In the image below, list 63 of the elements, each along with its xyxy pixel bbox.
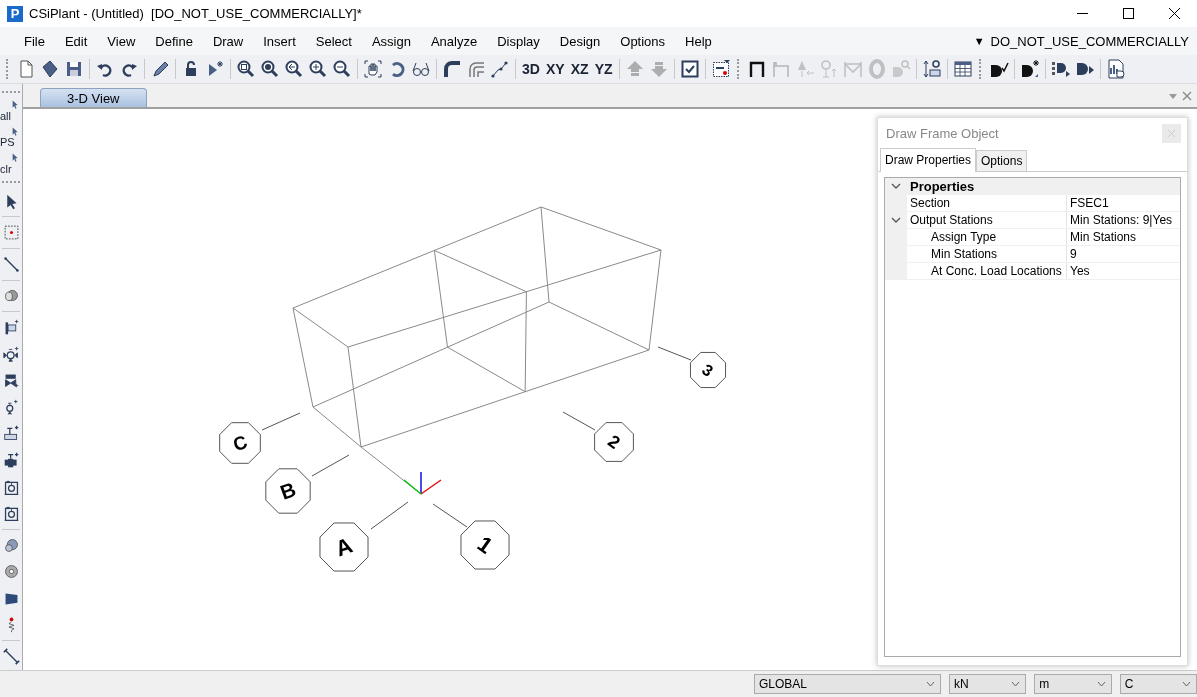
panel-tab[interactable]: Draw Properties [880, 148, 977, 172]
menu-item[interactable]: Options [610, 33, 676, 49]
menu-item[interactable]: Assign [361, 33, 421, 49]
grid-bubble: B [265, 468, 311, 514]
force-unit-dropdown[interactable]: kN [948, 674, 1027, 694]
menu-item[interactable]: Design [549, 33, 611, 49]
expand-toggle-icon[interactable] [891, 216, 901, 224]
license-dropdown-marker[interactable]: ▼ [973, 35, 991, 47]
property-name: Section [907, 195, 1067, 211]
view-button[interactable]: 3D [519, 57, 543, 81]
select-tool-button[interactable]: all [0, 97, 22, 125]
coordinate-system-dropdown[interactable]: GLOBAL [754, 674, 941, 694]
leader-line [261, 412, 301, 431]
close-icon [1168, 129, 1175, 137]
menu-item[interactable]: Edit [54, 33, 98, 49]
menu-item[interactable]: Help [675, 33, 722, 49]
menu-item[interactable]: Draw [202, 33, 254, 49]
category-header[interactable]: Properties [907, 178, 1180, 194]
close-icon[interactable] [1181, 89, 1193, 102]
menu-item[interactable]: Insert [253, 33, 306, 49]
window-title: CSiPlant - (Untitled) [DO_NOT_USE_COMMERCIALLY]* [29, 6, 363, 21]
property-value[interactable]: FSEC1 [1067, 195, 1180, 211]
menu-item[interactable]: Select [305, 33, 362, 49]
menu-item[interactable]: Define [145, 33, 203, 49]
grid-bubble: A [319, 522, 369, 572]
leader-line [311, 454, 350, 477]
grid-bubble: 2 [594, 422, 634, 462]
expand-toggle-icon[interactable] [891, 182, 901, 190]
pan-hand-icon[interactable] [361, 57, 385, 81]
grid-bubble: 1 [460, 520, 510, 570]
property-name: At Conc. Load Locations [907, 263, 1067, 279]
panel-title: Draw Frame Object [886, 125, 999, 141]
grid-bubble: C [219, 422, 261, 464]
license-label[interactable]: DO_NOT_USE_COMMERCIALLY [990, 33, 1197, 49]
leader-line [370, 501, 409, 530]
model-viewport[interactable]: A B C 1 2 3 Draw Frame Object Draw Properties Options Properties Section FSEC1 Output Stations Min Stations: 9|Yes Assign Type Min Stations Min Stations 9 At Conc. Load Locations Yes [23, 109, 1197, 670]
view-button[interactable]: XZ [567, 57, 592, 81]
view-button[interactable]: XY [543, 57, 568, 81]
menu-item[interactable]: Display [487, 33, 550, 49]
property-name: Assign Type [907, 229, 1067, 245]
menu-item[interactable]: File [14, 33, 55, 49]
view-tab[interactable]: 3-D View [40, 88, 147, 107]
property-value[interactable]: 9 [1067, 246, 1180, 262]
app-logo: P [7, 5, 23, 22]
property-name: Output Stations [907, 212, 1067, 228]
length-unit-dropdown[interactable]: m [1034, 674, 1112, 694]
panel-tab[interactable]: Options [976, 150, 1028, 171]
grid-bubble: 3 [689, 351, 727, 389]
grid-gutter [885, 263, 907, 279]
leader-line [657, 346, 692, 361]
menu-item[interactable]: Analyze [420, 33, 488, 49]
property-value[interactable]: Min Stations: 9|Yes [1067, 212, 1180, 228]
leader-line [432, 503, 468, 528]
temperature-unit-dropdown[interactable]: C [1119, 674, 1197, 694]
property-value[interactable]: Yes [1067, 263, 1180, 279]
view-button[interactable]: YZ [591, 57, 616, 81]
property-value[interactable]: Min Stations [1067, 229, 1180, 245]
select-tool-button[interactable]: PS [0, 124, 22, 152]
select-tool-button[interactable]: clr [0, 151, 22, 178]
menu-item[interactable]: View [97, 33, 146, 49]
property-name: Min Stations [907, 246, 1067, 262]
axis-triad-icon [403, 471, 442, 495]
leader-line [562, 411, 596, 431]
